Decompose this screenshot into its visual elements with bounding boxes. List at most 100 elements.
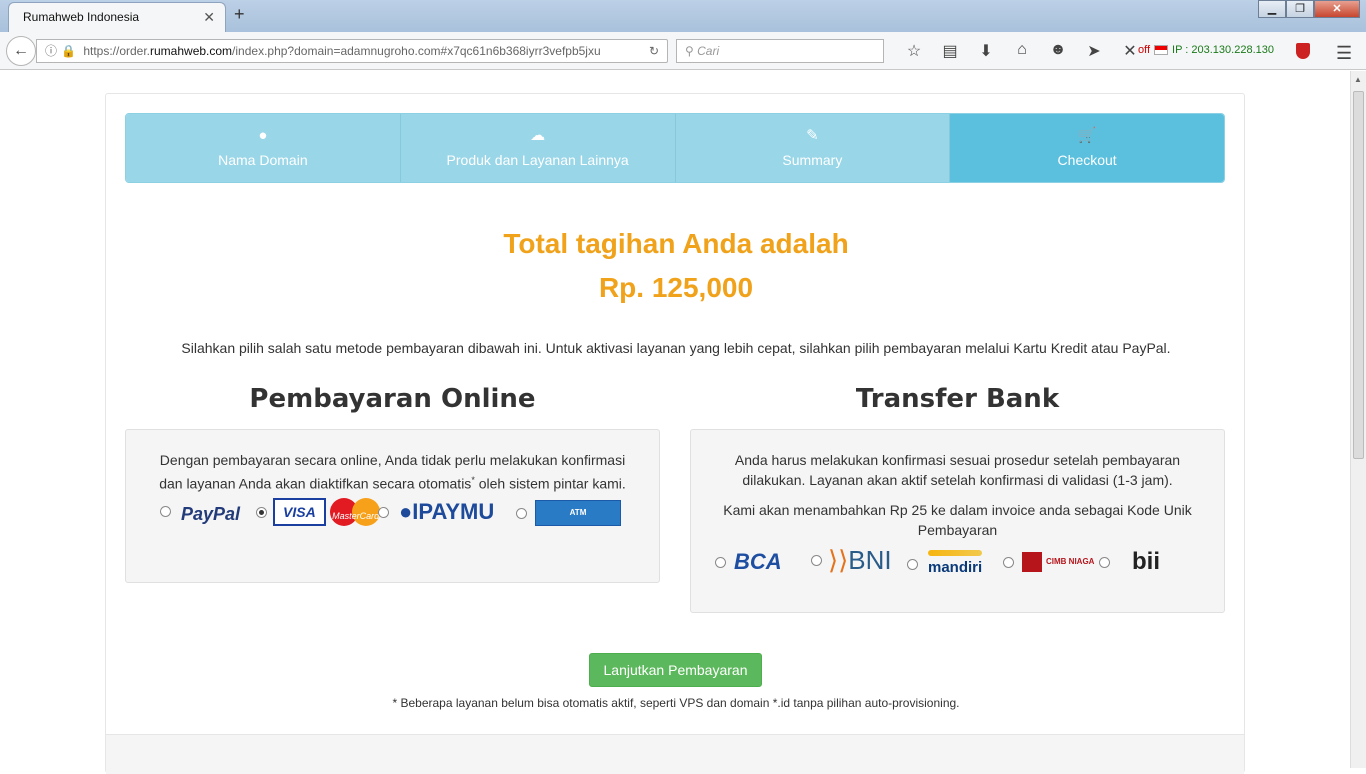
ipaymu-text: IPAYMU — [412, 499, 495, 524]
url-rest: /index.php?domain=adamnugroho.com#x7qc61… — [232, 44, 601, 58]
url-prefix: https://order. — [83, 44, 151, 58]
option-visa-mastercard[interactable]: VISA MasterCard — [256, 498, 382, 526]
step-produk-layanan[interactable]: ☁ Produk dan Layanan Lainnya — [400, 114, 676, 182]
browser-tab[interactable]: Rumahweb Indonesia ✕ — [8, 2, 226, 32]
reload-icon[interactable]: ↻ — [649, 40, 659, 62]
step-nama-domain[interactable]: ● Nama Domain — [126, 114, 401, 182]
online-payment-box: Dengan pembayaran secara online, Anda ti… — [125, 429, 660, 583]
radio-bii[interactable] — [1099, 556, 1110, 568]
close-window-button[interactable]: ✕ — [1314, 0, 1360, 18]
radio-cimb[interactable] — [1003, 556, 1014, 568]
maximize-button[interactable]: ❐ — [1286, 0, 1314, 18]
footer-strip — [106, 734, 1244, 774]
scroll-up-icon[interactable]: ▲ — [1354, 75, 1362, 84]
step-label: Summary — [782, 152, 843, 168]
step-checkout[interactable]: 🛒 Checkout — [950, 114, 1224, 182]
search-input[interactable]: ⚲ Cari — [676, 39, 884, 63]
emoji-icon[interactable]: ☻ — [1040, 41, 1076, 61]
option-bii[interactable]: bii — [1099, 548, 1160, 575]
cimb-text: CIMB NIAGA — [1046, 557, 1095, 567]
page-scrollbar[interactable]: ▲ — [1350, 71, 1366, 768]
total-amount: Rp. 125,000 — [598, 272, 754, 303]
toolbar-icons: ☆ ▤ ⬇ ⌂ ☻ ➤ ✕ — [896, 41, 1148, 61]
ip-indicator[interactable]: off IP : 203.130.228.130 — [1138, 44, 1274, 56]
cart-icon: 🛒 — [1077, 127, 1097, 144]
total-section: Total tagihan Anda adalah Rp. 125,000 — [106, 222, 1246, 310]
page-content: ● Nama Domain ☁ Produk dan Layanan Lainn… — [0, 71, 1350, 774]
bni-logo: ⟩⟩BNI — [828, 545, 892, 575]
step-summary[interactable]: ✎ Summary — [675, 114, 951, 182]
window-titlebar: Rumahweb Indonesia ✕ + ▁ ❐ ✕ — [0, 0, 1366, 32]
payment-info-text: Silahkan pilih salah satu metode pembaya… — [181, 340, 1171, 356]
minimize-button[interactable]: ▁ — [1258, 0, 1286, 18]
radio-card[interactable] — [256, 506, 267, 518]
option-cimb[interactable]: CIMB NIAGA — [1003, 552, 1094, 572]
bii-logo: bii — [1132, 548, 1160, 575]
bca-logo: BCA — [734, 549, 782, 574]
bank-title: Transfer Bank — [855, 384, 1060, 414]
mastercard-logo: MasterCard — [329, 498, 382, 526]
tab-close-icon[interactable]: ✕ — [203, 9, 215, 26]
ipaymu-logo: ●IPAYMU — [399, 499, 495, 524]
browser-navbar: ← ⓘ 🔒 https://order.rumahweb.com/index.ph… — [0, 32, 1366, 70]
star-icon[interactable]: ☆ — [896, 41, 932, 61]
info-icon[interactable]: ⓘ — [45, 44, 57, 58]
mandiri-logo: mandiri — [928, 550, 983, 578]
globe-icon: ● — [258, 127, 268, 144]
shield-icon[interactable] — [1296, 43, 1310, 59]
online-desc-text-2: oleh sistem pintar kami. — [474, 475, 626, 492]
send-icon[interactable]: ➤ — [1076, 41, 1112, 61]
mastercard-text: MasterCard — [332, 511, 380, 521]
online-desc: Dengan pembayaran secara online, Anda ti… — [126, 430, 659, 494]
mandiri-text: mandiri — [928, 559, 983, 576]
online-title: Pembayaran Online — [249, 384, 536, 414]
clipboard-icon[interactable]: ▤ — [932, 41, 968, 61]
cimb-logo: CIMB NIAGA — [1022, 552, 1094, 572]
tab-title: Rumahweb Indonesia — [23, 10, 140, 24]
radio-bni[interactable] — [811, 554, 822, 566]
checkout-panel: ● Nama Domain ☁ Produk dan Layanan Lainn… — [105, 93, 1246, 774]
option-paypal[interactable]: PayPal — [160, 498, 240, 524]
visa-logo: VISA — [273, 498, 326, 526]
new-tab-icon[interactable]: + — [234, 4, 245, 25]
bni-text: BNI — [848, 545, 892, 575]
lock-icon[interactable]: 🔒 — [61, 44, 76, 58]
radio-mandiri[interactable] — [907, 558, 918, 570]
paypal-logo: PayPal — [181, 504, 241, 524]
step-label: Checkout — [1057, 152, 1117, 168]
checkout-steps: ● Nama Domain ☁ Produk dan Layanan Lainn… — [125, 113, 1225, 183]
option-atm[interactable]: ATM — [516, 500, 621, 526]
window-controls: ▁ ❐ ✕ — [1258, 0, 1360, 18]
continue-payment-button[interactable]: Lanjutkan Pembayaran — [589, 653, 762, 687]
total-heading: Total tagihan Anda adalah — [503, 228, 849, 259]
step-label: Produk dan Layanan Lainnya — [446, 152, 629, 168]
option-bca[interactable]: BCA — [715, 549, 782, 574]
scroll-thumb[interactable] — [1353, 91, 1364, 459]
provisioning-note: * Beberapa layanan belum bisa otomatis a… — [392, 696, 960, 710]
home-icon[interactable]: ⌂ — [1004, 41, 1040, 61]
radio-ipaymu[interactable] — [378, 506, 389, 518]
bank-desc-2: Kami akan menambahkan Rp 25 ke dalam inv… — [723, 502, 1192, 538]
url-domain: rumahweb.com — [150, 44, 233, 58]
search-placeholder: Cari — [697, 44, 720, 58]
option-ipaymu[interactable]: ●IPAYMU — [378, 499, 495, 524]
bank-transfer-box: Anda harus melakukan konfirmasi sesuai p… — [690, 429, 1225, 613]
radio-atm[interactable] — [516, 507, 527, 519]
radio-paypal[interactable] — [160, 505, 171, 517]
edit-icon: ✎ — [806, 127, 819, 144]
cloud-download-icon: ☁ — [530, 127, 546, 144]
ip-text: IP : 203.130.228.130 — [1172, 44, 1274, 56]
bank-desc-1: Anda harus melakukan konfirmasi sesuai p… — [734, 452, 1181, 488]
ip-off-label: off — [1138, 44, 1151, 56]
search-icon: ⚲ — [685, 44, 694, 58]
menu-icon[interactable]: ☰ — [1336, 43, 1352, 64]
step-label: Nama Domain — [218, 152, 308, 168]
download-icon[interactable]: ⬇ — [968, 41, 1004, 61]
atm-logo: ATM — [535, 500, 621, 526]
back-icon[interactable]: ← — [6, 36, 36, 66]
url-bar[interactable]: ⓘ 🔒 https://order.rumahweb.com/index.php?… — [36, 39, 668, 63]
option-mandiri[interactable]: mandiri — [907, 550, 983, 578]
option-bni[interactable]: ⟩⟩BNI — [811, 545, 892, 575]
flag-icon — [1154, 45, 1169, 56]
radio-bca[interactable] — [715, 556, 726, 568]
